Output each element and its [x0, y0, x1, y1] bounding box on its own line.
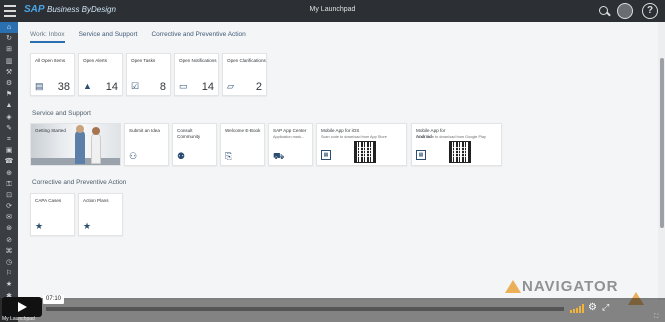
- rail-item-icon[interactable]: ⊘: [0, 235, 18, 246]
- qr-code: [449, 141, 471, 163]
- progress-bar[interactable]: [46, 307, 564, 311]
- tile-open-tasks[interactable]: Open Tasks ☑ 8: [126, 53, 171, 96]
- list-icon: ▤: [35, 81, 44, 91]
- rail-item-icon[interactable]: ⊛: [0, 223, 18, 234]
- rail-item-icon[interactable]: ★: [0, 279, 18, 290]
- tab-work-inbox[interactable]: Work: Inbox: [30, 31, 65, 43]
- tab-bar: Work: Inbox Service and Support Correcti…: [30, 31, 246, 43]
- ebook-icon: ⎘: [225, 151, 233, 161]
- footer-label: My Launchpad: [2, 316, 35, 322]
- tab-service-and-support[interactable]: Service and Support: [79, 31, 138, 43]
- app-store-icon: ▦: [321, 150, 331, 160]
- rail-item-icon[interactable]: ☎: [0, 156, 18, 167]
- rail-item-icon[interactable]: ⟳: [0, 201, 18, 212]
- rail-item-icon[interactable]: ◷: [0, 257, 18, 268]
- tile-open-clarifications[interactable]: Open Clarifications ▱ 2: [222, 53, 267, 96]
- tile-all-open-items[interactable]: All Open Items ▤ 38: [30, 53, 75, 96]
- clarification-icon: ▱: [227, 81, 234, 91]
- rail-item-icon[interactable]: ◈: [0, 112, 18, 123]
- tile-action-plans[interactable]: Action Plans ★: [78, 193, 123, 236]
- search-icon[interactable]: [596, 3, 612, 19]
- vertical-scrollbar[interactable]: [658, 22, 665, 300]
- expand-icon[interactable]: ⛶: [654, 314, 658, 321]
- tab-capa[interactable]: Corrective and Preventive Action: [151, 31, 245, 43]
- community-icon: ⚉: [177, 151, 186, 161]
- tile-open-alerts[interactable]: Open Alerts ▲ 14: [78, 53, 123, 96]
- rail-item-icon[interactable]: ⊞: [0, 44, 18, 55]
- page-title: My Launchpad: [309, 6, 356, 13]
- rail-item-icon[interactable]: ▥: [0, 56, 18, 67]
- notification-icon: ▭: [179, 81, 188, 91]
- time-label: 07:10: [43, 295, 65, 304]
- rail-item-icon[interactable]: ⌂: [0, 22, 18, 34]
- rail-item-icon[interactable]: ⊡: [0, 190, 18, 201]
- rail-item-icon[interactable]: ⚑: [0, 89, 18, 100]
- avatar[interactable]: [617, 3, 633, 19]
- tile-count: 2: [255, 81, 262, 93]
- rail-item-icon[interactable]: ✉: [0, 212, 18, 223]
- tile-open-notifications[interactable]: Open Notifications ▭ 14: [174, 53, 219, 96]
- tile-count: 14: [201, 81, 214, 93]
- rail-item-icon[interactable]: ⚙: [0, 78, 18, 89]
- tile-count: 38: [57, 81, 70, 93]
- rail-item-icon[interactable]: ⌗: [0, 134, 18, 145]
- fullscreen-icon[interactable]: ⤢: [602, 302, 609, 313]
- gear-icon[interactable]: ⚙: [588, 302, 597, 313]
- qr-code: [354, 141, 376, 163]
- volume-icon[interactable]: [570, 304, 584, 313]
- navigator-watermark: NAVIGATOR: [522, 278, 619, 295]
- help-icon[interactable]: ?: [642, 3, 658, 19]
- launchpad-content: Work: Inbox Service and Support Correcti…: [18, 22, 661, 300]
- section-title-service: Service and Support: [32, 110, 91, 117]
- tile-submit-idea[interactable]: Submit an Idea ⚇: [124, 123, 169, 166]
- star-icon: ★: [35, 221, 44, 231]
- rail-item-icon[interactable]: ▲: [0, 100, 18, 111]
- tile-count: 8: [159, 81, 166, 93]
- section-title-capa: Corrective and Preventive Action: [32, 179, 127, 186]
- tile-getting-started[interactable]: Getting Started: [30, 123, 121, 166]
- google-play-icon: ▦: [416, 150, 426, 160]
- shell-bar: SAP Business ByDesign My Launchpad ?: [0, 0, 665, 22]
- scrollbar-thumb[interactable]: [659, 58, 664, 228]
- rail-item-icon[interactable]: ▣: [0, 145, 18, 156]
- alert-icon: ▲: [83, 81, 92, 91]
- rail-item-icon[interactable]: ⚿: [0, 179, 18, 190]
- play-button[interactable]: [2, 297, 42, 317]
- rail-item-icon[interactable]: ⊕: [0, 167, 18, 178]
- rail-item-icon[interactable]: ⚒: [0, 67, 18, 78]
- left-rail: ⌂↻⊞▥⚒⚙⚑▲◈✎⌗▣☎⊕⚿⊡⟳✉⊛⊘⌘◷⚐★✱: [0, 22, 18, 322]
- cart-icon: ⛟: [273, 151, 285, 161]
- tile-mobile-app-android[interactable]: Mobile App for Android Scan code to down…: [411, 123, 502, 166]
- star-icon: ★: [83, 221, 92, 231]
- tile-consult-community[interactable]: Consult Community ⚉: [172, 123, 217, 166]
- task-icon: ☑: [131, 81, 140, 91]
- rail-item-icon[interactable]: ✎: [0, 123, 18, 134]
- idea-icon: ⚇: [129, 151, 138, 161]
- tile-capa-cases[interactable]: CAPA Cases ★: [30, 193, 75, 236]
- tile-count: 14: [105, 81, 118, 93]
- tile-welcome-ebook[interactable]: Welcome E-Book ⎘: [220, 123, 265, 166]
- rail-item-icon[interactable]: ↻: [0, 33, 18, 44]
- tile-mobile-app-ios[interactable]: Mobile App for iOS Scan code to download…: [316, 123, 407, 166]
- rail-item-icon[interactable]: ⚐: [0, 268, 18, 279]
- tile-sap-app-center[interactable]: SAP App Center Application mark... ⛟: [268, 123, 313, 166]
- rail-item-icon[interactable]: ⌘: [0, 246, 18, 257]
